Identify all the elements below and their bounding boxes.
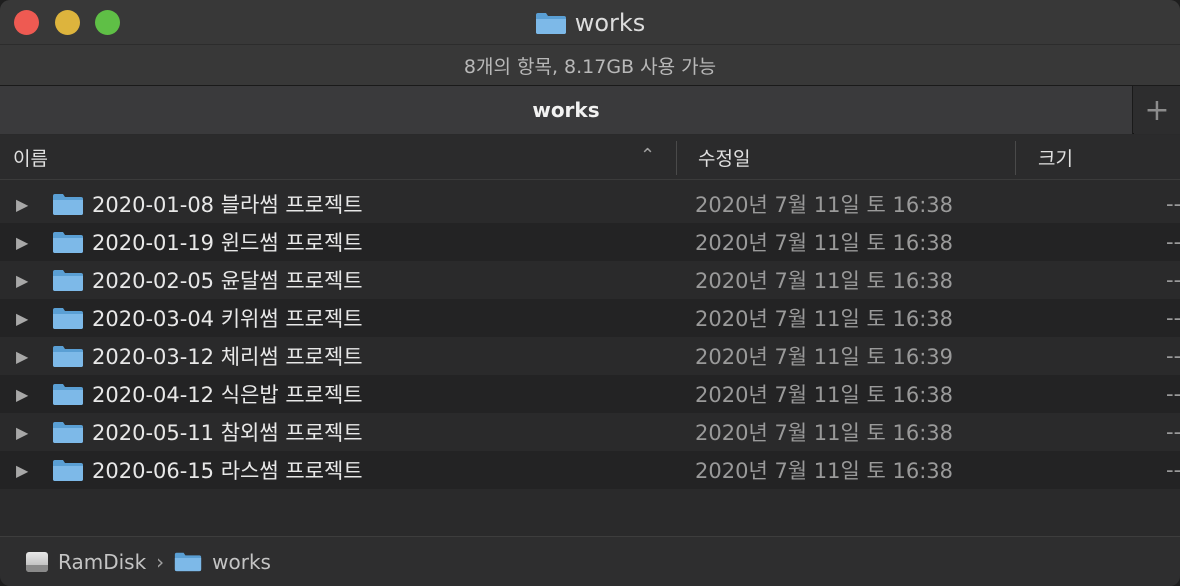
column-header-date[interactable]: 수정일 [698,135,750,180]
item-name: 2020-04-12 식은밥 프로젝트 [92,383,363,407]
item-name: 2020-03-12 체리썸 프로젝트 [92,345,363,369]
item-size: -- [1166,268,1180,292]
tab-label: works [532,98,600,122]
status-text: 8개의 항목, 8.17GB 사용 가능 [463,56,717,78]
folder-icon [52,192,84,220]
folder-icon [52,268,84,296]
column-divider[interactable] [676,141,677,175]
column-header-row: 이름 ⌃ 수정일 크기 [0,135,1180,180]
item-size: -- [1166,420,1180,444]
folder-icon [52,382,84,410]
item-name: 2020-06-15 라스썸 프로젝트 [92,459,363,483]
file-list: ▶ 2020-01-08 블라썸 프로젝트 2020년 7월 11일 토 16:… [0,185,1180,530]
path-crumb-ramdisk[interactable]: RamDisk [58,550,146,574]
disclosure-triangle-icon[interactable]: ▶ [16,195,28,214]
column-divider[interactable] [1015,141,1016,175]
disclosure-triangle-icon[interactable]: ▶ [16,347,28,366]
path-crumb-works[interactable]: works [212,550,271,574]
item-date: 2020년 7월 11일 토 16:39 [695,345,954,369]
item-size: -- [1166,230,1180,254]
status-bar: 8개의 항목, 8.17GB 사용 가능 [0,44,1180,86]
disclosure-triangle-icon[interactable]: ▶ [16,309,28,328]
path-bar: RamDisk › works [0,536,1180,586]
item-date: 2020년 7월 11일 토 16:38 [695,421,954,445]
list-item[interactable]: ▶ 2020-01-19 윈드썸 프로젝트 2020년 7월 11일 토 16:… [0,223,1180,261]
folder-icon [535,11,567,35]
item-date: 2020년 7월 11일 토 16:38 [695,307,954,331]
finder-window: works 8개의 항목, 8.17GB 사용 가능 works + 이름 ⌃ … [0,0,1180,586]
list-item[interactable]: ▶ 2020-06-15 라스썸 프로젝트 2020년 7월 11일 토 16:… [0,451,1180,489]
sort-ascending-chevron-icon[interactable]: ⌃ [640,145,655,166]
folder-icon [52,458,84,486]
add-tab-button[interactable]: + [1134,86,1180,134]
item-size: -- [1166,344,1180,368]
item-size: -- [1166,192,1180,216]
chevron-right-icon: › [156,549,165,574]
disclosure-triangle-icon[interactable]: ▶ [16,233,28,252]
item-name: 2020-01-19 윈드썸 프로젝트 [92,231,363,255]
item-date: 2020년 7월 11일 토 16:38 [695,459,954,483]
list-item[interactable]: ▶ 2020-03-04 키위썸 프로젝트 2020년 7월 11일 토 16:… [0,299,1180,337]
column-header-name[interactable]: 이름 [13,135,48,180]
disclosure-triangle-icon[interactable]: ▶ [16,385,28,404]
empty-row [0,489,1180,527]
list-item[interactable]: ▶ 2020-01-08 블라썸 프로젝트 2020년 7월 11일 토 16:… [0,185,1180,223]
window-title: works [0,6,1180,40]
window-title-text: works [574,9,646,37]
folder-icon [174,551,202,572]
item-date: 2020년 7월 11일 토 16:38 [695,231,954,255]
folder-icon [52,230,84,258]
folder-icon [52,306,84,334]
tab-works[interactable]: works [0,86,1133,134]
item-date: 2020년 7월 11일 토 16:38 [695,193,954,217]
column-header-size[interactable]: 크기 [1038,135,1073,180]
disclosure-triangle-icon[interactable]: ▶ [16,423,28,442]
plus-icon: + [1144,92,1170,128]
item-size: -- [1166,306,1180,330]
item-size: -- [1166,458,1180,482]
item-name: 2020-02-05 윤달썸 프로젝트 [92,269,363,293]
disk-icon [26,550,48,574]
list-item[interactable]: ▶ 2020-02-05 윤달썸 프로젝트 2020년 7월 11일 토 16:… [0,261,1180,299]
folder-icon [52,344,84,372]
title-bar: works 8개의 항목, 8.17GB 사용 가능 [0,0,1180,86]
tab-bar: works + [0,86,1180,134]
disclosure-triangle-icon[interactable]: ▶ [16,271,28,290]
disclosure-triangle-icon[interactable]: ▶ [16,461,28,480]
item-name: 2020-05-11 참외썸 프로젝트 [92,421,363,445]
item-date: 2020년 7월 11일 토 16:38 [695,269,954,293]
item-size: -- [1166,382,1180,406]
list-item[interactable]: ▶ 2020-05-11 참외썸 프로젝트 2020년 7월 11일 토 16:… [0,413,1180,451]
item-name: 2020-03-04 키위썸 프로젝트 [92,307,363,331]
list-item[interactable]: ▶ 2020-03-12 체리썸 프로젝트 2020년 7월 11일 토 16:… [0,337,1180,375]
item-name: 2020-01-08 블라썸 프로젝트 [92,193,363,217]
item-date: 2020년 7월 11일 토 16:38 [695,383,954,407]
folder-icon [52,420,84,448]
list-item[interactable]: ▶ 2020-04-12 식은밥 프로젝트 2020년 7월 11일 토 16:… [0,375,1180,413]
